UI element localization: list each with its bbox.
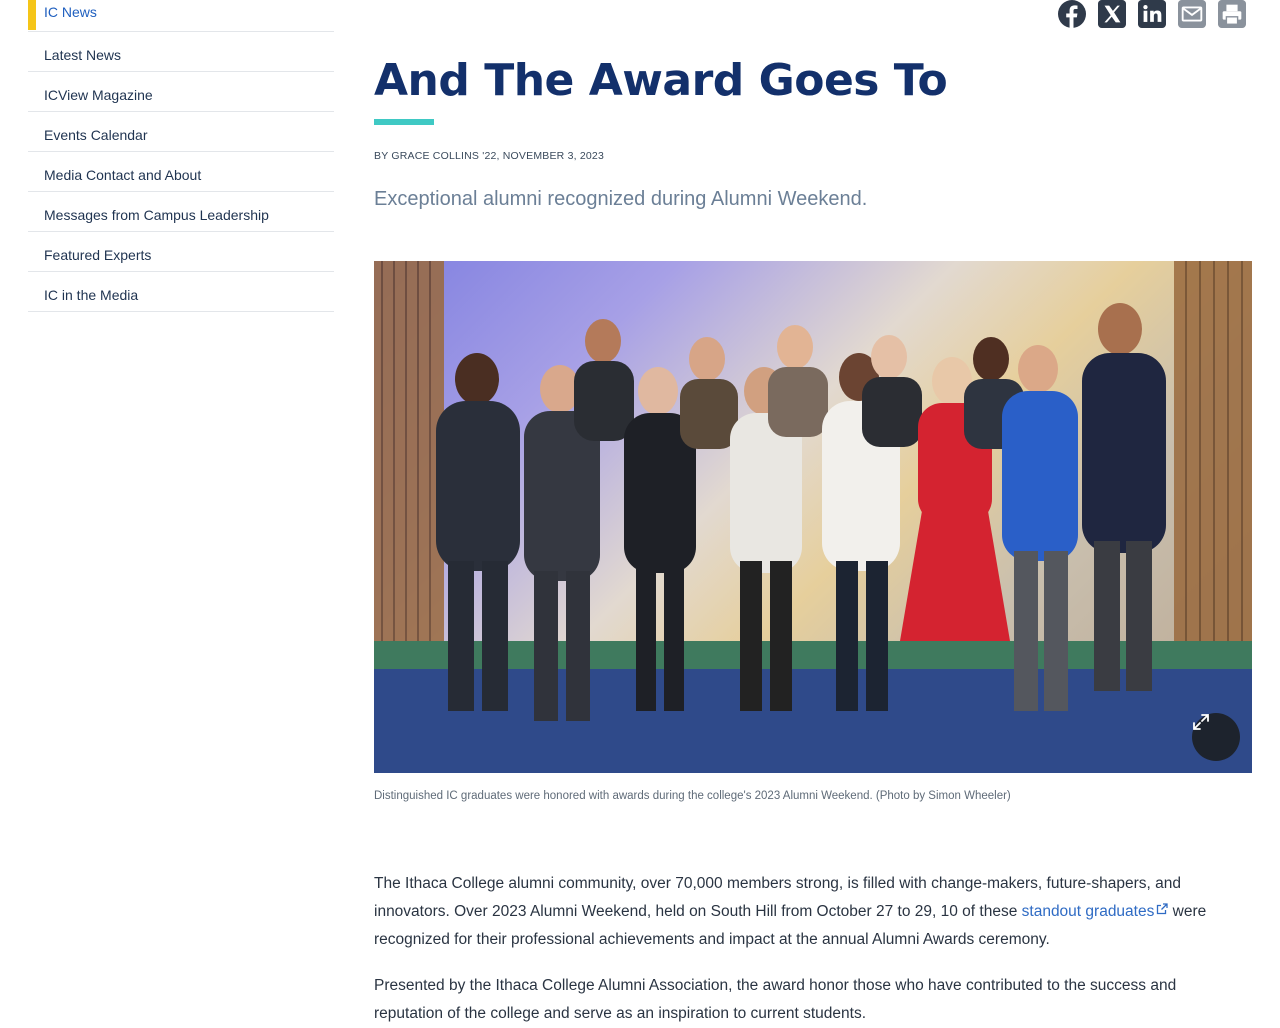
sidebar-item-ic-news[interactable]: IC News [28,0,334,32]
sidebar-item-label: ICView Magazine [44,87,153,103]
article-title: And The Award Goes To [374,55,948,106]
sidebar-item-label: Featured Experts [44,247,152,263]
expand-icon [1193,714,1209,730]
article-byline: BY GRACE COLLINS '22, NOVEMBER 3, 2023 [374,150,605,162]
sidebar-item-label: Media Contact and About [44,167,202,183]
sidebar-item-media-contact[interactable]: Media Contact and About [28,152,334,192]
x-icon[interactable] [1096,0,1128,28]
article-paragraph: Presented by the Ithaca College Alumni A… [374,977,1177,1022]
sidebar-item-latest-news[interactable]: Latest News [28,32,334,72]
sidebar-item-label: Messages from Campus Leadership [44,207,269,223]
sidebar-item-campus-leadership[interactable]: Messages from Campus Leadership [28,192,334,232]
standout-graduates-link[interactable]: standout graduates [1022,903,1169,920]
linkedin-icon[interactable] [1136,0,1168,28]
sidebar-item-featured-experts[interactable]: Featured Experts [28,232,334,272]
print-icon[interactable] [1216,0,1248,28]
email-icon[interactable] [1176,0,1208,28]
facebook-icon[interactable] [1056,0,1088,28]
article-paragraph: The Ithaca College alumni community, ove… [374,870,1244,954]
title-accent-rule [374,119,434,125]
sidebar-item-events-calendar[interactable]: Events Calendar [28,112,334,152]
sidebar-item-label: Latest News [44,47,122,63]
external-link-icon [1157,903,1169,915]
sidebar-item-ic-in-the-media[interactable]: IC in the Media [28,272,334,312]
group-photo-illustration [374,261,1252,773]
share-bar [1056,0,1248,28]
sidebar-item-label: IC News [44,4,97,20]
photo-caption: Distinguished IC graduates were honored … [374,790,1011,802]
article-dek: Exceptional alumni recognized during Alu… [374,188,868,210]
sidebar-item-label: IC in the Media [44,287,139,303]
link-text: standout graduates [1021,903,1155,920]
expand-photo-button[interactable] [1192,713,1240,761]
sidebar-item-icview-magazine[interactable]: ICView Magazine [28,72,334,112]
article-photo [374,261,1252,773]
sidebar-item-label: Events Calendar [44,127,148,143]
sidebar-nav: IC News Latest News ICView Magazine Even… [28,0,334,312]
